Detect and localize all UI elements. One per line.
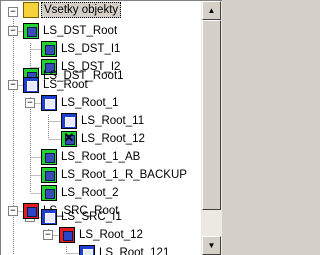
red-node-icon [23,203,39,219]
blue-node-icon [41,95,57,111]
scroll-up-button[interactable]: ▲ [202,1,221,20]
scroll-down-arrow-icon: ▼ [207,241,216,250]
green-node-icon: ✕ [61,131,77,147]
green-node-icon [41,41,57,57]
green-node-icon [41,185,57,201]
green-node-icon [23,23,39,39]
tree-view[interactable]: − − − − − − − Vsetky objekty LS_DST_Root… [1,1,201,255]
collapse-ls-src-root-expander[interactable]: − [8,206,18,216]
tree-item-ls-root-12-crossed[interactable]: ✕ LS_Root_12 [61,130,147,148]
scroll-up-arrow-icon: ▲ [207,6,216,15]
tree-item-ls-dst-root[interactable]: LS_DST_Root [23,22,119,40]
collapse-ls-root-12-expander[interactable]: − [43,230,53,240]
tree-item-label: LS_Root_1_R_BACKUP [61,169,187,181]
green-node-icon [41,149,57,165]
red-node-icon [59,227,75,243]
tree-item-label: LS_DST_I1 [61,43,121,55]
root-folder-icon [23,2,39,18]
tree-item-ls-root-2[interactable]: LS_Root_2 [41,184,121,202]
scroll-down-button[interactable]: ▼ [202,236,221,255]
tree-item-ls-root[interactable]: LS_Root [23,76,90,94]
tree-item-label: LS_Root_1 [61,97,119,109]
blue-node-icon [79,245,95,255]
object-tree-panel: − − − − − − − Vsetky objekty LS_DST_Root… [0,0,222,255]
tree-item-ls-root-11[interactable]: LS_Root_11 [61,112,146,130]
tree-item-label: LS_Root_121 [99,247,170,255]
tree-item-label: LS_Root_2 [61,187,119,199]
tree-item-label: LS_Root_12 [81,133,145,145]
scrollbar-thumb[interactable] [202,20,221,210]
tree-item-ls-src-i1[interactable]: LS_SRC_I1 [41,208,124,226]
collapse-ls-root-expander[interactable]: − [8,80,18,90]
blue-node-icon [23,77,39,93]
collapse-ls-root-1-expander[interactable]: − [25,98,35,108]
tree-item-vsetky-objekty[interactable]: Vsetky objekty [23,1,122,19]
tree-item-label: Vsetky objekty [41,2,122,18]
collapse-root-expander[interactable]: − [8,7,18,17]
tree-item-label: LS_SRC_I1 [61,211,122,223]
tree-item-label: LS_Root_1_AB [61,151,141,163]
tree-item-label: LS_DST_Root [43,25,118,37]
tree-item-ls-dst-i1[interactable]: LS_DST_I1 [41,40,122,58]
tree-item-ls-root-1-ab[interactable]: LS_Root_1_AB [41,148,142,166]
tree-item-ls-root-12[interactable]: LS_Root_12 [59,226,145,244]
blue-node-icon [61,113,77,129]
collapse-ls-dst-root-expander[interactable]: − [8,26,18,36]
green-node-icon [41,167,57,183]
tree-item-ls-root-121[interactable]: LS_Root_121 [79,244,171,255]
tree-item-ls-root-1-r-backup[interactable]: LS_Root_1_R_BACKUP [41,166,189,184]
vertical-scrollbar[interactable]: ▲ ▼ [201,1,222,255]
tree-item-label: LS_Root_11 [81,115,145,127]
tree-item-ls-root-1[interactable]: LS_Root_1 [41,94,121,112]
tree-item-label: LS_Root [43,79,88,91]
blue-node-icon [41,209,57,225]
tree-item-label: LS_Root_12 [79,229,143,241]
